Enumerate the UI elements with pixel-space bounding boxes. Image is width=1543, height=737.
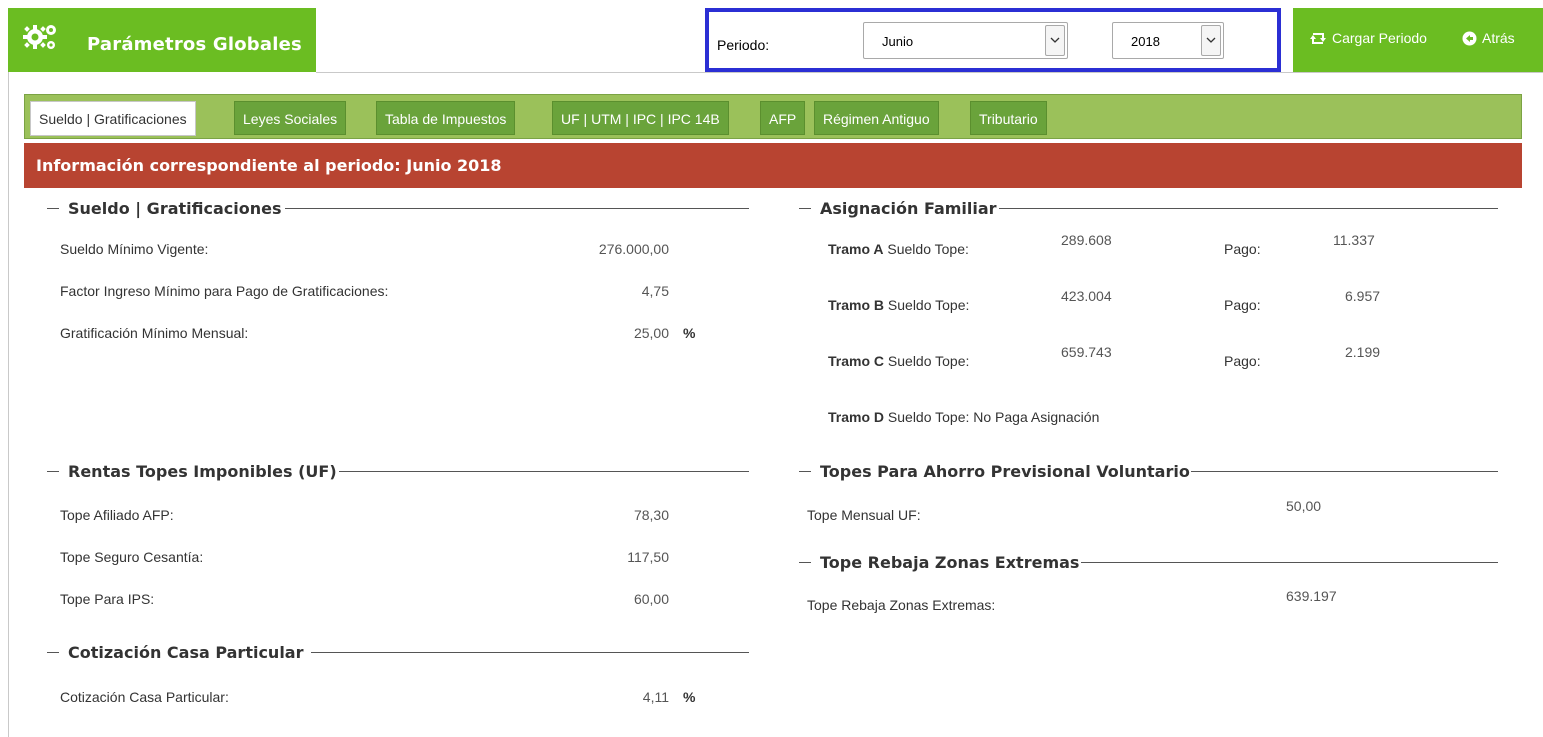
- gratificacion-value: 25,00: [633, 325, 669, 341]
- tab-uf-utm-ipc[interactable]: UF | UTM | IPC | IPC 14B: [552, 101, 729, 135]
- year-select-value: 2018: [1131, 34, 1160, 49]
- load-period-label: Cargar Periodo: [1332, 30, 1427, 46]
- tramo-a-pago-value: 11.337: [1333, 232, 1375, 248]
- fieldset-casa-particular: Cotización Casa Particular: [47, 643, 749, 663]
- fieldset-apv: Topes Para Ahorro Previsional Voluntario: [799, 462, 1498, 482]
- tab-regimen-antiguo[interactable]: Régimen Antiguo: [814, 101, 939, 135]
- tope-mensual-uf-value: 50,00: [1286, 498, 1322, 514]
- period-info-banner: Información correspondiente al periodo: …: [24, 143, 1522, 188]
- tramo-c-pago-label: Pago:: [1224, 353, 1261, 369]
- tab-tabla-impuestos[interactable]: Tabla de Impuestos: [376, 101, 516, 135]
- chevron-down-icon[interactable]: [1201, 25, 1221, 56]
- reload-icon: [1310, 32, 1326, 44]
- month-select[interactable]: Junio: [863, 22, 1068, 59]
- month-select-value: Junio: [882, 34, 914, 49]
- tramo-a-pago-label: Pago:: [1224, 241, 1261, 257]
- tramo-b-label: Tramo B Sueldo Tope:: [828, 297, 970, 313]
- tramo-d-label: Tramo D Sueldo Tope: No Paga Asignación: [828, 409, 1100, 425]
- tope-ips-label: Tope Para IPS:: [60, 591, 155, 607]
- back-arrow-icon: [1462, 31, 1477, 45]
- fieldset-zonas-extremas: Tope Rebaja Zonas Extremas: [799, 553, 1498, 573]
- back-button[interactable]: Atrás: [1462, 30, 1515, 46]
- tope-afiliado-value: 78,30: [633, 507, 669, 523]
- year-select[interactable]: 2018: [1112, 22, 1224, 59]
- tope-zonas-value: 639.197: [1286, 588, 1337, 604]
- tab-bar: Sueldo | Gratificaciones Leyes Sociales …: [24, 94, 1522, 139]
- header-divider: [316, 72, 1543, 73]
- periodo-label: Periodo:: [717, 37, 770, 53]
- tope-cesantia-value: 117,50: [627, 549, 669, 565]
- app-header: Parámetros Globales: [8, 8, 316, 72]
- tab-tributario[interactable]: Tributario: [970, 101, 1047, 135]
- legend-asignacion: Asignación Familiar: [820, 199, 997, 218]
- tramo-a-tope-value: 289.608: [1061, 232, 1112, 248]
- sueldo-minimo-label: Sueldo Mínimo Vigente:: [60, 241, 209, 257]
- legend-apv: Topes Para Ahorro Previsional Voluntario: [820, 462, 1190, 481]
- header-actions: Cargar Periodo Atrás: [1293, 8, 1543, 72]
- sueldo-minimo-value: 276.000,00: [598, 241, 669, 257]
- tope-zonas-label: Tope Rebaja Zonas Extremas:: [807, 597, 996, 613]
- tramo-a-label: Tramo A Sueldo Tope:: [828, 241, 969, 257]
- tramo-c-label: Tramo C Sueldo Tope:: [828, 353, 970, 369]
- banner-text: Información correspondiente al periodo: …: [36, 156, 502, 175]
- cotizacion-casa-label: Cotización Casa Particular:: [60, 689, 229, 705]
- content-left-border: [8, 72, 9, 737]
- back-label: Atrás: [1482, 30, 1515, 46]
- tope-ips-value: 60,00: [633, 591, 669, 607]
- tab-afp[interactable]: AFP: [760, 101, 806, 135]
- chevron-down-icon[interactable]: [1045, 25, 1065, 56]
- page-title: Parámetros Globales: [87, 34, 302, 55]
- tramo-b-pago-label: Pago:: [1224, 297, 1261, 313]
- gratificacion-label: Gratificación Mínimo Mensual:: [60, 325, 249, 341]
- period-selector: Periodo: Junio 2018: [705, 8, 1281, 72]
- cotizacion-casa-value: 4,11: [642, 689, 669, 705]
- legend-zonas-extremas: Tope Rebaja Zonas Extremas: [820, 553, 1080, 572]
- tramo-c-tope-value: 659.743: [1061, 344, 1112, 360]
- fieldset-rentas: Rentas Topes Imponibles (UF): [47, 462, 749, 482]
- tab-leyes-sociales[interactable]: Leyes Sociales: [234, 101, 347, 135]
- fieldset-sueldo: Sueldo | Gratificaciones: [47, 199, 749, 219]
- legend-casa-particular: Cotización Casa Particular: [68, 643, 304, 662]
- cotizacion-casa-unit: %: [683, 689, 696, 705]
- gears-icon: [23, 25, 56, 49]
- tramo-b-tope-value: 423.004: [1061, 288, 1112, 304]
- load-period-button[interactable]: Cargar Periodo: [1309, 30, 1427, 46]
- legend-rentas: Rentas Topes Imponibles (UF): [68, 462, 337, 481]
- legend-sueldo: Sueldo | Gratificaciones: [68, 199, 282, 218]
- tramo-c-pago-value: 2.199: [1345, 344, 1381, 360]
- tope-cesantia-label: Tope Seguro Cesantía:: [60, 549, 204, 565]
- factor-ingreso-label: Factor Ingreso Mínimo para Pago de Grati…: [60, 283, 389, 299]
- factor-ingreso-value: 4,75: [641, 283, 669, 299]
- tramo-b-pago-value: 6.957: [1345, 288, 1381, 304]
- gratificacion-unit: %: [683, 325, 696, 341]
- tope-mensual-uf-label: Tope Mensual UF:: [807, 507, 921, 523]
- fieldset-asignacion: Asignación Familiar: [799, 199, 1498, 219]
- tope-afiliado-label: Tope Afiliado AFP:: [60, 507, 174, 523]
- tab-sueldo-gratificaciones[interactable]: Sueldo | Gratificaciones: [30, 101, 196, 136]
